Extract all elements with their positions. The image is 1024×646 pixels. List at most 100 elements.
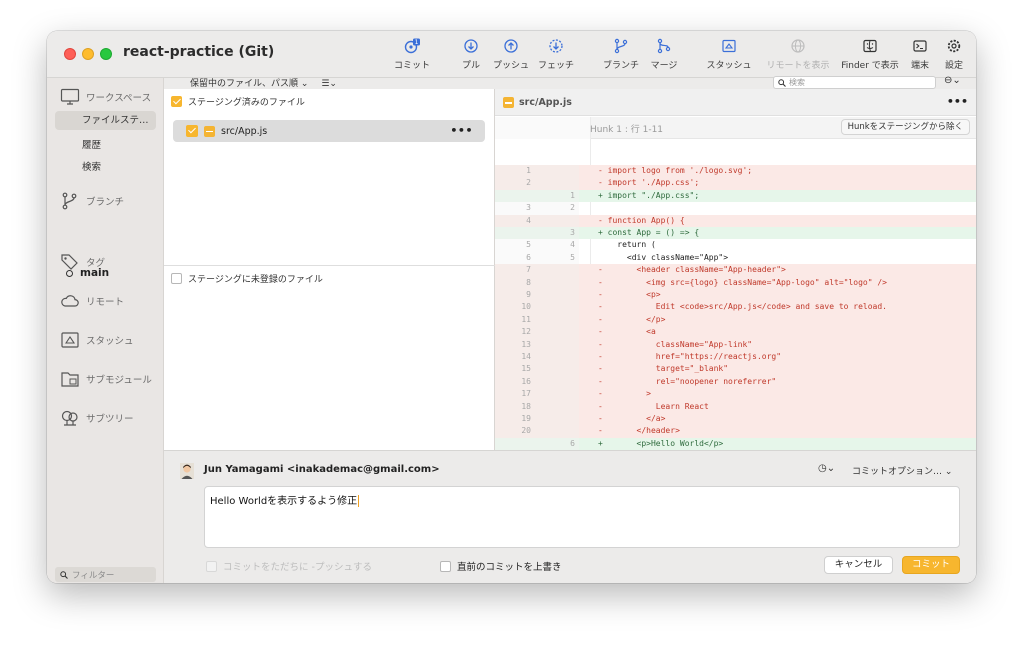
show-in-finder-button[interactable]: Finder で表示 — [839, 38, 901, 74]
view-options-menu[interactable]: ⊖⌄ — [944, 75, 961, 86]
settings-button[interactable]: 設定 — [941, 38, 967, 74]
minimize-window-button[interactable] — [82, 48, 94, 60]
sidebar-section-tags[interactable]: タグ — [60, 251, 105, 273]
fetch-button[interactable]: フェッチ — [535, 38, 577, 74]
unstaged-all-checkbox[interactable] — [171, 273, 182, 284]
sidebar-section-branches[interactable]: ブランチ — [60, 190, 124, 212]
new-line-number: 3 — [535, 227, 579, 240]
sidebar-section-submodules[interactable]: サブモジュール — [60, 368, 152, 390]
old-line-number: 17 — [495, 388, 535, 401]
zoom-window-button[interactable] — [100, 48, 112, 60]
push-label: プッシュ — [492, 61, 529, 71]
commit-icon: 1 — [404, 38, 420, 54]
diff-line[interactable]: 6 + <p>Hello World</p> — [495, 437, 976, 450]
diff-line[interactable]: 12 - <a — [495, 326, 976, 339]
diff-line[interactable]: 17 - > — [495, 388, 976, 401]
sidebar-item-search[interactable]: 検索 — [82, 159, 101, 173]
sidebar-section-subtrees[interactable]: サブツリー — [60, 407, 134, 429]
chevron-down-icon: ⌄ — [300, 79, 309, 89]
text-caret — [358, 495, 360, 507]
diff-line[interactable]: 7 - <header className="App-header"> — [495, 264, 976, 277]
branch-button[interactable]: ブランチ — [601, 38, 641, 74]
modified-file-icon — [204, 125, 215, 137]
diff-line[interactable]: 13 - className="App-link" — [495, 338, 976, 351]
sidebar-section-remotes[interactable]: リモート — [60, 290, 124, 312]
diff-view[interactable]: 1 - import logo from './logo.svg'; 2 - impo… — [495, 139, 976, 450]
diff-code: - </a> — [598, 414, 666, 423]
terminal-button[interactable]: 端末 — [907, 38, 933, 74]
diff-line[interactable]: 11 - </p> — [495, 313, 976, 327]
cancel-button[interactable]: キャンセル — [824, 556, 893, 574]
diff-line[interactable]: 19 - </a> — [495, 413, 976, 426]
diff-line[interactable]: 15 - target="_blank" — [495, 363, 976, 376]
push-immediately-checkbox[interactable] — [206, 560, 217, 572]
diff-line[interactable]: 14 - href="https://reactjs.org" — [495, 351, 976, 364]
search-icon — [778, 78, 786, 87]
file-sort-menu[interactable]: 保留中のファイル、パス順 ⌄ ☰⌄ — [190, 76, 337, 89]
diff-code: + <p>Hello World</p> — [598, 438, 724, 448]
commit-options-menu[interactable]: コミットオプション… ⌄ — [852, 464, 952, 477]
list-view-icon[interactable]: ☰⌄ — [321, 79, 337, 89]
old-line-number: 20 — [495, 425, 535, 438]
diff-line[interactable]: 16 - rel="noopener noreferrer" — [495, 375, 976, 389]
sidebar-section-stashes[interactable]: スタッシュ — [60, 329, 134, 351]
diff-line[interactable]: 1 + import "./App.css"; — [495, 189, 976, 203]
stash-button[interactable]: スタッシュ — [703, 38, 755, 74]
file-more-options-icon[interactable]: ••• — [450, 124, 473, 137]
diff-code: - </p> — [598, 314, 666, 324]
stash-icon — [61, 332, 79, 348]
diff-line[interactable]: 10 - Edit <code>src/App.js</code> and sav… — [495, 301, 976, 314]
staged-files-heading[interactable]: ステージング済みのファイル — [171, 95, 305, 108]
pull-icon — [464, 39, 478, 53]
diff-line[interactable]: 1 - import logo from './logo.svg'; — [495, 165, 976, 178]
unstaged-files-heading[interactable]: ステージングに未登録のファイル — [171, 272, 323, 285]
commit-toolbar-button[interactable]: 1 コミット — [392, 38, 432, 74]
toolbar: react-practice (Git) 1 コミット プル プッシュ フェッチ… — [47, 31, 976, 78]
terminal-label: 端末 — [910, 61, 929, 71]
diff-more-options-icon[interactable]: ••• — [947, 95, 968, 108]
staged-all-checkbox[interactable] — [171, 96, 182, 107]
old-line-number — [495, 227, 535, 240]
diff-line[interactable]: 54 return ( — [495, 239, 976, 252]
pull-button[interactable]: プル — [455, 38, 487, 74]
commit-button[interactable]: コミット — [902, 556, 960, 574]
commit-message-input[interactable]: Hello Worldを表示するよう修正 — [204, 486, 960, 548]
merge-button[interactable]: マージ — [645, 38, 683, 74]
push-button[interactable]: プッシュ — [491, 38, 531, 74]
diff-line[interactable]: 4 - function App() { — [495, 214, 976, 227]
show-remote-button[interactable]: リモートを表示 — [763, 38, 833, 74]
new-line-number: 2 — [535, 202, 579, 215]
close-window-button[interactable] — [64, 48, 76, 60]
search-input[interactable]: 検索 — [773, 76, 936, 89]
diff-line[interactable]: 8 - <img src={logo} className="App-logo" … — [495, 276, 976, 289]
branch-icon — [62, 192, 77, 210]
old-line-number: 11 — [495, 313, 535, 327]
amend-option[interactable]: 直前のコミットを上書き — [440, 559, 562, 573]
new-line-number — [535, 351, 579, 364]
file-checkbox[interactable] — [186, 125, 198, 137]
unstage-hunk-button[interactable]: Hunkをステージングから除く — [840, 119, 970, 135]
sidebar-section-workspace[interactable]: ワークスペース — [60, 86, 151, 108]
staged-file-row[interactable]: src/App.js ••• — [173, 120, 485, 142]
diff-line[interactable]: 9 - <p> — [495, 289, 976, 302]
new-line-number — [535, 289, 579, 302]
diff-line[interactable]: 2 - import './App.css'; — [495, 177, 976, 190]
sidebar-item-history[interactable]: 履歴 — [82, 137, 101, 151]
old-line-number: 2 — [495, 177, 535, 190]
diff-line[interactable]: 32 — [495, 202, 976, 215]
sidebar-item-file-status[interactable]: ファイルステ… — [55, 111, 156, 130]
diff-line[interactable]: 65 <div className="App"> — [495, 251, 976, 265]
file-sort-label: 保留中のファイル、パス順 — [190, 79, 299, 89]
amend-checkbox[interactable] — [440, 560, 451, 572]
push-immediately-option[interactable]: コミットをただちに -プッシュする — [206, 559, 372, 573]
diff-line[interactable]: 3 + const App = () => { — [495, 227, 976, 240]
old-line-number — [495, 437, 535, 450]
stash-icon — [722, 39, 736, 53]
sidebar-filter-input[interactable]: フィルター — [55, 567, 156, 582]
diff-line[interactable]: 18 - Learn React — [495, 400, 976, 413]
diff-line[interactable]: 20 - </header> — [495, 425, 976, 438]
filter-placeholder: フィルター — [72, 570, 115, 581]
gear-icon — [947, 39, 961, 53]
commit-history-button[interactable]: ◷⌄ — [818, 463, 835, 474]
file-pane-divider[interactable] — [164, 265, 495, 266]
